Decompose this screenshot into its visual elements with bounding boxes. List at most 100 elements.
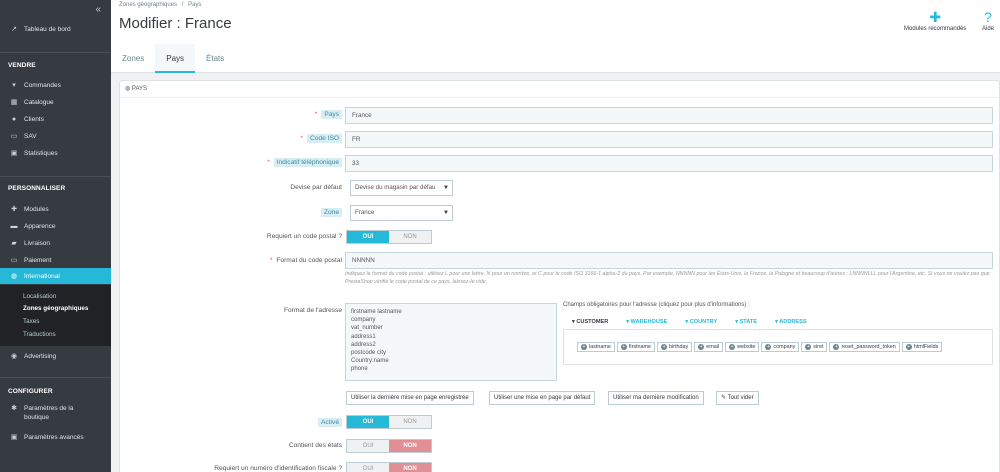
chip-label: company [773,344,796,350]
field-tab-address[interactable]: ▾ ADDRESS [766,315,816,329]
iso-label: * Code ISO [300,134,342,143]
phone-input[interactable]: 33 [345,155,993,172]
field-chip[interactable]: + website [725,342,760,352]
puzzle-icon: ✚ [11,206,17,213]
plus-icon: + [698,344,705,350]
submenu-item-localization[interactable]: Localisation [23,293,56,300]
chip-label: email [706,344,720,350]
address-line: firstname lastname [351,309,402,315]
field-chip[interactable]: + reset_password_token [829,342,900,352]
sidebar-item-label: Modules [24,205,49,213]
sidebar: « ↗ Tableau de bord VENDRE ▾ Commandes ▦… [0,0,111,472]
tab-states[interactable]: États [195,44,235,73]
submenu-item-translations[interactable]: Traductions [23,331,56,338]
sidebar-item-label: International [24,272,60,280]
sidebar-item-orders[interactable]: ▾ Commandes [0,77,111,93]
store-icon: ▦ [10,99,18,106]
sidebar-item-stats[interactable]: ▣ Statistiques [0,145,111,161]
label-line-2: boutique [24,414,49,421]
toggle-no[interactable]: NON [389,440,431,452]
toggle-yes[interactable]: OUI [347,231,389,243]
sidebar-item-payment[interactable]: ▭ Paiement [0,252,111,268]
field-chip[interactable]: + birthday [657,342,693,352]
sidebar-item-catalog[interactable]: ▦ Catalogue [0,94,111,110]
toggle-yes[interactable]: OUI [347,416,389,428]
sidebar-item-label: Advertising [24,352,57,360]
sidebar-item-label: Apparence [24,222,56,230]
tax-id-label: Requiert un numéro d'identification fisc… [214,465,342,472]
zone-select[interactable]: France ▼ [350,205,453,221]
field-tab-label: COUNTRY [689,319,718,325]
tab-zones[interactable]: Zones [111,44,155,73]
toggle-no[interactable]: NON [389,231,431,243]
field-chip[interactable]: + siret [801,342,828,352]
active-toggle[interactable]: OUI NON [346,415,432,429]
toggle-no[interactable]: NON [389,463,431,472]
zip-required-toggle[interactable]: OUI NON [346,230,432,244]
field-chip[interactable]: + email [694,342,724,352]
sidebar-item-modules[interactable]: ✚ Modules [0,201,111,217]
contains-states-toggle[interactable]: OUI NON [346,439,432,453]
divider [0,52,111,53]
submenu-item-zones[interactable]: Zones géographiques [23,305,88,312]
zone-label: Zone [320,208,342,217]
submenu-item-taxes[interactable]: Taxes [23,318,39,325]
section-configure: CONFIGURER [8,388,53,395]
plus-icon: + [765,344,772,350]
toggle-no[interactable]: NON [389,416,431,428]
tab-bar: Zones Pays États [111,44,235,73]
use-last-saved-button[interactable]: Utiliser la dernière mise en page enregi… [346,391,474,405]
breadcrumb-item[interactable]: Pays [188,2,201,8]
target-icon: ◉ [10,353,18,360]
currency-select[interactable]: Devise du magasin par défau ▼ [350,180,453,196]
field-tab-warehouse[interactable]: ▾ WAREHOUSE [617,315,676,329]
address-format-textarea[interactable]: firstname lastname company vat_number ad… [345,303,557,381]
address-format-label: Format de l'adresse [283,307,342,314]
sidebar-item-customers[interactable]: ● Clients [0,111,111,127]
international-submenu: Localisation Zones géographiques Taxes T… [0,285,111,346]
tax-id-toggle[interactable]: OUI NON [346,462,432,472]
plus-icon: + [805,344,812,350]
country-input[interactable]: France [345,107,993,124]
label-text: Zone [320,208,342,217]
label-text: Pays [321,110,342,119]
double-chevron-left-icon[interactable]: « [95,4,101,15]
sidebar-item-shop-params[interactable]: ✱ Paramètres de la boutique [0,404,111,428]
sidebar-item-advanced[interactable]: ▣ Paramètres avancés [0,429,111,445]
active-label: Activé [318,418,342,427]
iso-input[interactable]: FR [345,131,993,148]
field-chip[interactable]: + lastname [577,342,615,352]
toggle-yes[interactable]: OUI [347,463,389,472]
sidebar-item-advertising[interactable]: ◉ Advertising [0,348,111,364]
field-chip[interactable]: + company [761,342,800,352]
address-line: phone [351,366,368,373]
use-last-mine-button[interactable]: Utiliser ma dernière modification [608,391,704,405]
sidebar-item-shipping[interactable]: ▰ Livraison [0,235,111,251]
recommended-modules-button[interactable]: ✚ Modules recommandés [904,8,966,32]
use-default-button[interactable]: Utiliser une mise en page par défaut [489,391,596,405]
sidebar-item-international[interactable]: ◍ International [0,268,111,284]
breadcrumb-item[interactable]: Zones géographiques [119,2,177,8]
toolbar-label: Modules recommandés [904,26,967,32]
field-tab-state[interactable]: ▾ STATE [726,315,766,329]
clear-all-button[interactable]: ✎ Tout vider [716,391,759,405]
field-tab-customer[interactable]: ▾ CUSTOMER [563,315,617,329]
field-chip[interactable]: + firstname [616,342,656,352]
select-value: France [355,209,375,216]
cog-icon: ▣ [10,434,18,441]
sidebar-item-appearance[interactable]: ▬ Apparence [0,218,111,234]
help-button[interactable]: ? Aide [982,8,994,32]
zip-format-input[interactable]: NNNNN [345,252,993,269]
section-sell: VENDRE [8,62,36,69]
sidebar-item-dashboard[interactable]: ↗ Tableau de bord [0,21,111,37]
toggle-yes[interactable]: OUI [347,440,389,452]
trend-icon: ↗ [11,26,17,33]
field-tab-country[interactable]: ▾ COUNTRY [676,315,726,329]
section-customize: PERSONNALISER [8,185,66,192]
field-chip[interactable]: + htmlFields [901,342,943,352]
tab-countries[interactable]: Pays [155,44,196,73]
field-chips: + lastname + firstname + birthday + email + w… [577,342,943,352]
sidebar-item-sav[interactable]: ▭ SAV [0,128,111,144]
select-value: Devise du magasin par défau [355,184,436,191]
field-chip-area: + lastname + firstname + birthday + email + w… [563,330,993,365]
